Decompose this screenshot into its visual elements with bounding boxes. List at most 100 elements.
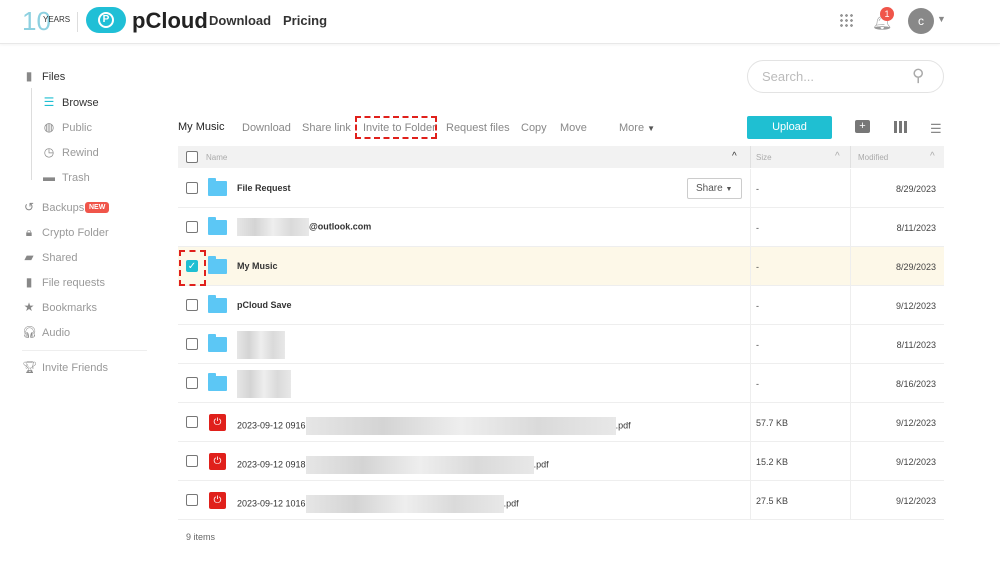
nav-pricing[interactable]: Pricing: [283, 13, 327, 28]
pdf-icon: ⏻: [209, 414, 226, 431]
divider: [750, 364, 751, 403]
redacted-text: [305, 417, 616, 435]
sidebar-item-public[interactable]: Public: [62, 122, 92, 134]
sidebar-item-bookmarks[interactable]: Bookmarks: [42, 302, 97, 314]
sidebar-item-browse[interactable]: Browse: [62, 97, 99, 109]
divider: [750, 481, 751, 520]
row-checkbox[interactable]: [186, 221, 198, 233]
backup-icon: ↺: [23, 200, 35, 214]
folder-icon: [208, 217, 227, 235]
download-button[interactable]: Download: [242, 122, 291, 134]
sidebar-item-file-requests[interactable]: File requests: [42, 277, 105, 289]
pdf-icon: ⏻: [209, 492, 226, 509]
globe-icon: ◍: [43, 120, 55, 134]
request-files-button[interactable]: Request files: [446, 122, 510, 134]
avatar[interactable]: c: [908, 8, 934, 34]
new-folder-icon[interactable]: +: [855, 120, 870, 133]
name-cell[interactable]: @outlook.com: [237, 218, 371, 236]
row-checkbox[interactable]: [186, 182, 198, 194]
share-dropdown-button[interactable]: Share ▼: [687, 178, 742, 199]
chevron-down-icon[interactable]: ▼: [937, 14, 946, 24]
file-extension: .pdf: [615, 420, 631, 431]
sidebar-item-files[interactable]: Files: [42, 71, 65, 83]
table-row[interactable]: - 8/11/2023: [178, 325, 944, 364]
divider: [850, 403, 851, 442]
table-row[interactable]: ⏻ 2023-09-12 1016 .pdf 27.5 KB 9/12/2023: [178, 481, 944, 520]
sidebar-item-crypto-folder[interactable]: Crypto Folder: [42, 227, 109, 239]
name-cell[interactable]: pCloud Save: [237, 300, 292, 310]
table-row[interactable]: ⏻ 2023-09-12 0918 .pdf 15.2 KB 9/12/2023: [178, 442, 944, 481]
table-header: Name ^ Size ^ Modified ^: [178, 146, 944, 168]
column-name[interactable]: Name: [206, 153, 227, 162]
file-extension: .pdf: [533, 459, 549, 470]
row-checkbox[interactable]: [186, 416, 198, 428]
apps-grid-icon[interactable]: [839, 13, 853, 27]
sort-name-icon[interactable]: ^: [732, 151, 737, 162]
nav-download[interactable]: Download: [209, 13, 271, 28]
modified-cell: 8/29/2023: [895, 184, 936, 194]
size-cell: -: [756, 301, 759, 311]
name-cell[interactable]: [237, 370, 291, 398]
brand-name[interactable]: pCloud: [132, 8, 208, 34]
star-icon: ★: [23, 300, 35, 314]
row-checkbox[interactable]: [186, 377, 198, 389]
size-cell: -: [756, 184, 759, 194]
row-checkbox[interactable]: [186, 455, 198, 467]
move-button[interactable]: Move: [560, 122, 587, 134]
caret-down-icon: ▼: [647, 124, 656, 133]
share-label: Share: [696, 183, 723, 194]
sort-icon[interactable]: ☰: [930, 121, 942, 137]
table-row[interactable]: ✓ My Music - 8/29/2023: [178, 247, 944, 286]
row-checkbox[interactable]: [186, 299, 198, 311]
name-cell[interactable]: File Request: [237, 183, 291, 193]
sidebar-item-trash[interactable]: Trash: [62, 172, 90, 184]
row-checkbox[interactable]: [186, 338, 198, 350]
file-name: File Request: [237, 183, 291, 193]
sidebar-item-shared[interactable]: Shared: [42, 252, 77, 264]
new-badge: NEW: [85, 202, 110, 213]
name-cell[interactable]: 2023-09-12 1016 .pdf: [237, 495, 519, 513]
name-cell[interactable]: 2023-09-12 0916 .pdf: [237, 417, 631, 435]
table-row[interactable]: pCloud Save - 9/12/2023: [178, 286, 944, 325]
folder-icon: [208, 256, 227, 274]
redacted-text: [237, 218, 309, 236]
sort-modified-icon[interactable]: ^: [930, 151, 935, 162]
column-size[interactable]: Size: [756, 153, 772, 162]
divider: [850, 208, 851, 247]
table-row[interactable]: File Request Share ▼ - 8/29/2023: [178, 169, 944, 208]
invite-to-folder-button[interactable]: Invite to Folder: [363, 122, 436, 134]
name-cell[interactable]: [237, 331, 285, 359]
size-cell: -: [756, 379, 759, 389]
sidebar-item-rewind[interactable]: Rewind: [62, 147, 99, 159]
more-label: More: [619, 122, 645, 134]
table-row[interactable]: - 8/16/2023: [178, 364, 944, 403]
years-label: YEARS: [43, 15, 71, 24]
redacted-text: [237, 370, 291, 398]
sidebar-item-audio[interactable]: Audio: [42, 327, 70, 339]
file-request-icon: ▮: [25, 275, 33, 289]
column-modified[interactable]: Modified: [858, 153, 888, 162]
more-button[interactable]: More ▼: [619, 122, 655, 134]
table-row[interactable]: ⏻ 2023-09-12 0916 .pdf 57.7 KB 9/12/2023: [178, 403, 944, 442]
table-row[interactable]: @outlook.com - 8/11/2023: [178, 208, 944, 247]
upload-button[interactable]: Upload: [747, 116, 832, 139]
folder-icon: [208, 178, 227, 196]
name-cell[interactable]: My Music: [237, 261, 278, 271]
divider: [750, 325, 751, 364]
file-name: pCloud Save: [237, 300, 292, 310]
modified-cell: 9/12/2023: [895, 418, 936, 428]
folder-icon: [208, 295, 227, 313]
sort-size-icon[interactable]: ^: [835, 151, 840, 162]
row-checkbox[interactable]: [186, 494, 198, 506]
share-link-button[interactable]: Share link: [302, 122, 351, 134]
modified-cell: 9/12/2023: [895, 496, 936, 506]
file-icon: ▮: [25, 69, 33, 83]
grid-view-icon[interactable]: [894, 121, 907, 133]
sidebar-item-backups[interactable]: Backups: [42, 202, 84, 214]
search-icon[interactable]: ⚲: [912, 66, 924, 86]
sidebar-item-invite-friends[interactable]: Invite Friends: [42, 362, 108, 374]
name-cell[interactable]: 2023-09-12 0918 .pdf: [237, 456, 549, 474]
select-all-checkbox[interactable]: [186, 151, 198, 163]
pcloud-logo-icon[interactable]: P: [86, 7, 126, 33]
copy-button[interactable]: Copy: [521, 122, 547, 134]
